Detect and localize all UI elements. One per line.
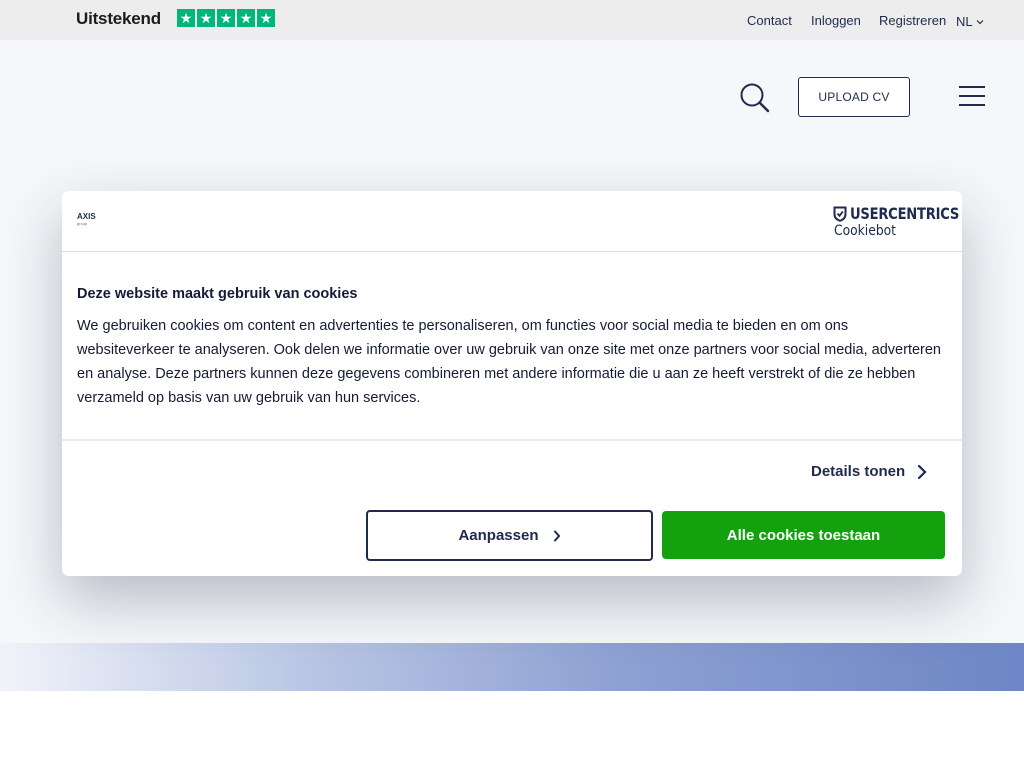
- star-icon: ★: [237, 9, 255, 27]
- dialog-title: Deze website maakt gebruik van cookies: [77, 286, 358, 302]
- trustpilot-rating-label[interactable]: Uitstekend: [76, 9, 161, 29]
- register-link[interactable]: Registreren: [879, 13, 946, 28]
- upload-cv-button[interactable]: UPLOAD CV: [798, 77, 910, 117]
- star-icon: ★: [217, 9, 235, 27]
- usercentrics-cookiebot-logo[interactable]: USERCENTRICS Cookiebot: [833, 205, 962, 240]
- login-link[interactable]: Inloggen: [811, 13, 861, 28]
- usercentrics-wordmark: USERCENTRICS: [850, 204, 960, 223]
- contact-link[interactable]: Contact: [747, 13, 792, 28]
- chevron-down-icon: [976, 19, 984, 24]
- shield-icon: [833, 206, 847, 222]
- customize-button[interactable]: Aanpassen: [366, 510, 653, 561]
- hero-gradient-band: [0, 643, 1024, 691]
- cookie-consent-dialog: AXIS group USERCENTRICS Cookiebot Deze w…: [62, 191, 962, 576]
- show-details-label: Details tonen: [811, 463, 906, 480]
- star-icon: ★: [257, 9, 275, 27]
- cookiebot-wordmark: Cookiebot: [834, 223, 897, 239]
- customize-label: Aanpassen: [458, 527, 539, 544]
- language-selector[interactable]: NL: [956, 14, 984, 29]
- axis-logo: AXIS group: [77, 212, 96, 227]
- language-label: NL: [956, 14, 973, 29]
- search-icon[interactable]: [739, 82, 771, 114]
- page-content-area: [0, 691, 1024, 768]
- chevron-right-icon: [553, 530, 560, 541]
- show-details-link[interactable]: Details tonen: [811, 463, 927, 480]
- axis-logo-subtext: group: [77, 221, 88, 226]
- hamburger-menu-icon[interactable]: [959, 85, 985, 107]
- star-icon: ★: [197, 9, 215, 27]
- axis-logo-text: AXIS: [77, 212, 96, 221]
- star-icon: ★: [177, 9, 195, 27]
- allow-all-cookies-button[interactable]: Alle cookies toestaan: [662, 511, 945, 559]
- trustpilot-stars[interactable]: ★ ★ ★ ★ ★: [177, 9, 275, 27]
- chevron-right-icon: [918, 464, 927, 479]
- dialog-header: AXIS group USERCENTRICS Cookiebot: [62, 191, 962, 252]
- top-bar: Uitstekend ★ ★ ★ ★ ★ Contact Inloggen Re…: [0, 0, 1024, 40]
- dialog-description: We gebruiken cookies om content en adver…: [77, 318, 941, 406]
- dialog-divider: [62, 439, 962, 441]
